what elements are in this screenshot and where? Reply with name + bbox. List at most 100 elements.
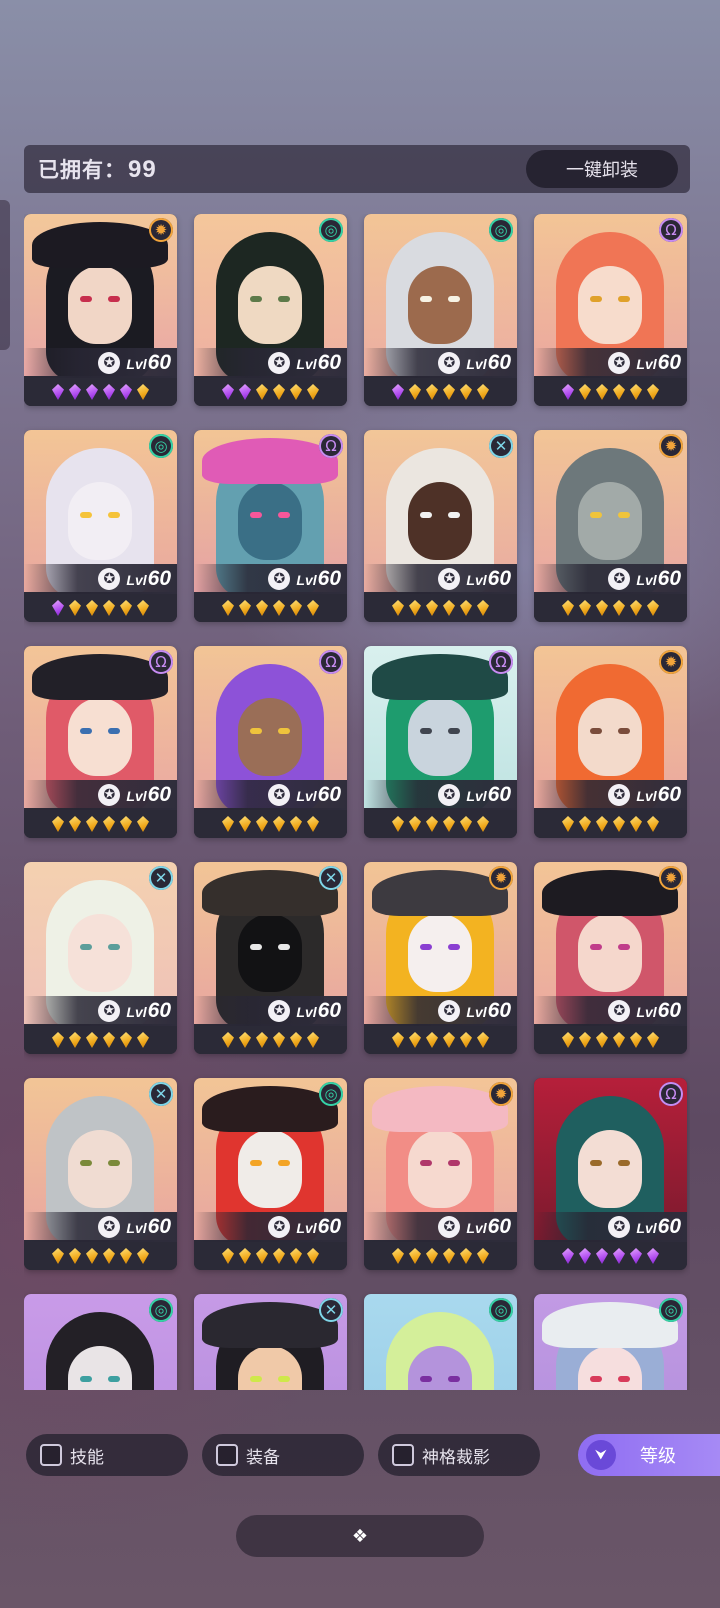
level-bar: ✪ Lvl60 [534,348,687,378]
sort-by-level-button[interactable]: ⮟ 等级 [578,1434,720,1476]
cross-class-icon: ✕ [149,866,173,890]
gold-star-gem-icon [52,1248,64,1264]
spiral-class-icon: ◎ [319,1082,343,1106]
gold-star-gem-icon [477,816,489,832]
level-bar: ✪ Lvl60 [364,996,517,1026]
hero-card[interactable]: ✹ ✪ Lvl60 [24,214,177,406]
level-bar: ✪ Lvl60 [194,996,347,1026]
hero-card[interactable]: ✹ ✪ Lvl60 [534,862,687,1054]
cross-class-icon: ✕ [489,434,513,458]
gold-star-gem-icon [69,600,81,616]
hero-card[interactable]: ✹ ✪ Lvl60 [534,646,687,838]
hero-card[interactable]: ✕ ✪ Lvl60 [194,862,347,1054]
rank-emblem-icon: ✪ [608,784,631,806]
purple-star-gem-icon [120,384,132,400]
sun-class-icon: ✹ [149,218,173,242]
gold-star-gem-icon [52,816,64,832]
level-value: 60 [147,351,171,374]
filter-label: 装备 [246,1447,280,1467]
checkbox-icon[interactable] [216,1444,238,1466]
hero-card[interactable]: ✕ ✪ Lvl60 [24,1078,177,1270]
gold-star-gem-icon [256,600,268,616]
hero-level: Lvl60 [636,351,681,375]
hero-card[interactable]: Ω ✪ Lvl60 [194,430,347,622]
filter-label: 神格裁影 [422,1447,490,1467]
hero-card[interactable]: ◎ [24,1294,177,1390]
level-bar: ✪ Lvl60 [194,1212,347,1242]
purple-star-gem-icon [52,600,64,616]
hero-grid-viewport[interactable]: ✹ ✪ Lvl60 ◎ ✪ Lvl60 ◎ ✪ Lvl60 Ω ✪ Lvl60 ◎ ✪ Lvl60 Ω ✪ Lvl… [24,214,690,1390]
level-value: 60 [317,999,341,1022]
hero-card[interactable]: ✹ ✪ Lvl60 [364,1078,517,1270]
hero-card[interactable]: ◎ ✪ Lvl60 [194,214,347,406]
filter-divine-toggle[interactable]: 神格裁影 [378,1434,540,1476]
hero-card[interactable]: ✕ ✪ Lvl60 [364,430,517,622]
hero-card[interactable]: ✹ ✪ Lvl60 [534,430,687,622]
hero-card[interactable]: ◎ ✪ Lvl60 [194,1078,347,1270]
rank-emblem-icon: ✪ [98,1000,121,1022]
sun-class-icon: ✹ [489,866,513,890]
level-bar: ✪ Lvl60 [24,780,177,810]
star-rating [364,594,517,622]
star-rating [534,594,687,622]
gold-star-gem-icon [239,600,251,616]
level-value: 60 [487,783,511,806]
rank-emblem-icon: ✪ [608,352,631,374]
hero-card[interactable]: Ω ✪ Lvl60 [194,646,347,838]
rank-emblem-icon: ✪ [98,1216,121,1238]
diamond-cluster-icon: ❖ [351,1525,369,1547]
owned-count: 已拥有：99 [38,154,157,184]
hero-card[interactable]: Ω ✪ Lvl60 [364,646,517,838]
gold-star-gem-icon [256,384,268,400]
rank-emblem-icon: ✪ [438,1216,461,1238]
hero-card[interactable]: ◎ ✪ Lvl60 [364,214,517,406]
hero-card[interactable]: ◎ ✪ Lvl60 [24,430,177,622]
hero-level: Lvl60 [126,1215,171,1239]
level-label: Lvl [126,1220,147,1236]
purple-star-gem-icon [562,384,574,400]
hero-card[interactable]: Ω ✪ Lvl60 [24,646,177,838]
level-bar: ✪ Lvl60 [364,348,517,378]
gold-star-gem-icon [562,1032,574,1048]
gold-star-gem-icon [613,600,625,616]
level-bar: ✪ Lvl60 [24,1212,177,1242]
star-rating [24,1242,177,1270]
level-label: Lvl [466,1004,487,1020]
collapse-panel-button[interactable]: ❖ [236,1515,484,1557]
filter-equipment-toggle[interactable]: 装备 [202,1434,364,1476]
rank-emblem-icon: ✪ [438,1000,461,1022]
hero-card[interactable]: ✕ [194,1294,347,1390]
side-drawer-handle[interactable] [0,200,10,350]
gold-star-gem-icon [443,600,455,616]
gold-star-gem-icon [613,816,625,832]
filter-bar: 技能 装备 神格裁影 ⮟ 等级 [26,1434,720,1476]
unequip-all-button[interactable]: 一键卸装 [526,150,678,188]
gold-star-gem-icon [392,1248,404,1264]
level-value: 60 [317,783,341,806]
spiral-class-icon: ◎ [659,1298,683,1322]
omega-class-icon: Ω [659,218,683,242]
gold-star-gem-icon [477,384,489,400]
gold-star-gem-icon [630,384,642,400]
filter-skill-toggle[interactable]: 技能 [26,1434,188,1476]
hero-card[interactable]: ◎ [364,1294,517,1390]
gold-star-gem-icon [579,384,591,400]
hero-card[interactable]: Ω ✪ Lvl60 [534,214,687,406]
gold-star-gem-icon [630,1032,642,1048]
gold-star-gem-icon [222,1032,234,1048]
hero-level: Lvl60 [296,783,341,807]
checkbox-icon[interactable] [392,1444,414,1466]
gold-star-gem-icon [477,600,489,616]
hero-card[interactable]: Ω ✪ Lvl60 [534,1078,687,1270]
level-value: 60 [657,999,681,1022]
hero-card[interactable]: ◎ [534,1294,687,1390]
hero-level: Lvl60 [636,567,681,591]
gold-star-gem-icon [477,1248,489,1264]
hero-card[interactable]: ✹ ✪ Lvl60 [364,862,517,1054]
sort-label: 等级 [640,1446,676,1466]
gold-star-gem-icon [239,816,251,832]
checkbox-icon[interactable] [40,1444,62,1466]
hero-level: Lvl60 [466,999,511,1023]
purple-star-gem-icon [613,1248,625,1264]
hero-card[interactable]: ✕ ✪ Lvl60 [24,862,177,1054]
